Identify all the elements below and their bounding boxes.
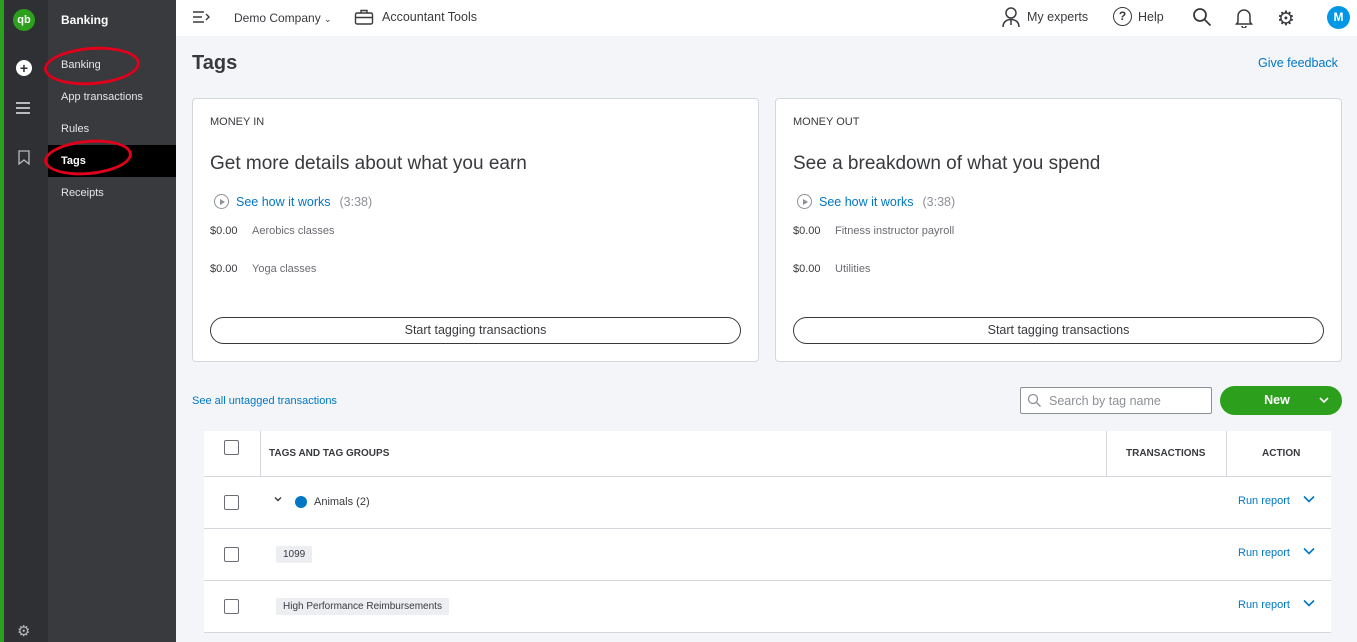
play-icon: [214, 194, 229, 209]
user-avatar[interactable]: M: [1327, 6, 1350, 29]
video-duration: (3:38): [922, 194, 956, 209]
tag-name-pill: High Performance Reimbursements: [276, 598, 449, 615]
column-header-action: ACTION: [1262, 448, 1301, 459]
column-header-transactions[interactable]: TRANSACTIONS: [1126, 431, 1205, 477]
card-heading: See a breakdown of what you spend: [793, 153, 1101, 174]
play-icon: [797, 194, 812, 209]
column-header-tags[interactable]: TAGS AND TAG GROUPS: [269, 431, 389, 477]
quickbooks-logo-icon[interactable]: qb: [13, 9, 35, 31]
create-new-button[interactable]: +: [16, 60, 32, 76]
tag-summary-row: $0.00 Fitness instructor payroll: [793, 225, 954, 237]
accountant-tools-link[interactable]: Accountant Tools: [382, 10, 477, 24]
company-name: Demo Company: [234, 11, 321, 25]
give-feedback-link[interactable]: Give feedback: [1258, 56, 1338, 70]
start-tagging-button[interactable]: Start tagging transactions: [793, 317, 1324, 344]
tag-amount: $0.00: [793, 225, 821, 237]
menu-icon[interactable]: [16, 102, 30, 117]
tag-amount: $0.00: [210, 225, 238, 237]
row-checkbox[interactable]: [224, 599, 239, 614]
banking-subnav: Banking Banking App transactions Rules T…: [48, 0, 176, 642]
tag-group-name: Animals (2): [314, 496, 370, 508]
table-row: Animals (2) Run report: [204, 477, 1331, 529]
video-link-label: See how it works: [236, 194, 331, 209]
tag-amount: $0.00: [793, 263, 821, 275]
start-tagging-button[interactable]: Start tagging transactions: [210, 317, 741, 344]
tags-table: TAGS AND TAG GROUPS TRANSACTIONS ACTION …: [192, 378, 1342, 642]
tag-summary-row: $0.00 Utilities: [793, 263, 870, 275]
see-how-it-works-link[interactable]: See how it works (3:38): [797, 194, 955, 209]
run-report-link[interactable]: Run report: [1238, 547, 1290, 559]
run-report-link[interactable]: Run report: [1238, 495, 1290, 507]
settings-gear-icon[interactable]: ⚙: [17, 622, 30, 640]
page-title: Tags: [192, 52, 238, 74]
video-duration: (3:38): [339, 194, 373, 209]
chevron-down-icon[interactable]: [1302, 597, 1316, 609]
help-link[interactable]: Help: [1138, 10, 1164, 24]
table-header: TAGS AND TAG GROUPS TRANSACTIONS ACTION: [204, 431, 1331, 477]
subnav-item-tags[interactable]: Tags: [48, 145, 176, 177]
company-switcher[interactable]: Demo Company ⌄: [234, 11, 332, 25]
money-out-card: MONEY OUT See a breakdown of what you sp…: [775, 98, 1342, 362]
select-all-checkbox[interactable]: [224, 440, 239, 455]
expert-person-icon[interactable]: [1001, 6, 1021, 28]
briefcase-icon[interactable]: [354, 8, 374, 26]
tag-name: Fitness instructor payroll: [835, 225, 955, 237]
card-label: MONEY OUT: [793, 116, 860, 128]
tag-name: Utilities: [835, 263, 871, 275]
left-rail: qb + ⚙: [0, 0, 48, 642]
money-in-card: MONEY IN Get more details about what you…: [192, 98, 759, 362]
chevron-down-icon[interactable]: [272, 493, 284, 505]
subnav-title: Banking: [61, 13, 109, 27]
chevron-down-icon[interactable]: [1302, 493, 1316, 505]
tag-amount: $0.00: [210, 263, 238, 275]
subnav-item-receipts[interactable]: Receipts: [48, 177, 176, 209]
chevron-down-icon: ⌄: [324, 14, 332, 24]
run-report-link[interactable]: Run report: [1238, 599, 1290, 611]
table-row: 1099 Run report: [204, 529, 1331, 581]
tag-summary-row: $0.00 Yoga classes: [210, 263, 316, 275]
settings-gear-icon[interactable]: ⚙: [1277, 6, 1295, 31]
tag-summary-row: $0.00 Aerobics classes: [210, 225, 335, 237]
row-checkbox[interactable]: [224, 495, 239, 510]
video-link-label: See how it works: [819, 194, 914, 209]
subnav-item-rules[interactable]: Rules: [48, 113, 176, 145]
tag-group-color-dot: [295, 496, 307, 508]
subnav-item-app-transactions[interactable]: App transactions: [48, 81, 176, 113]
chevron-down-icon[interactable]: [1302, 545, 1316, 557]
tag-name: Aerobics classes: [252, 225, 335, 237]
my-experts-link[interactable]: My experts: [1027, 10, 1088, 24]
help-icon[interactable]: ?: [1113, 7, 1132, 26]
see-how-it-works-link[interactable]: See how it works (3:38): [214, 194, 372, 209]
collapse-menu-icon[interactable]: [192, 10, 210, 24]
tag-name-pill: 1099: [276, 546, 313, 563]
tag-name: Yoga classes: [252, 263, 317, 275]
notification-bell-icon[interactable]: [1235, 7, 1253, 28]
table-row: High Performance Reimbursements Run repo…: [204, 581, 1331, 633]
card-label: MONEY IN: [210, 116, 265, 128]
subnav-item-banking[interactable]: Banking: [48, 49, 176, 81]
row-checkbox[interactable]: [224, 547, 239, 562]
card-heading: Get more details about what you earn: [210, 153, 527, 174]
search-icon[interactable]: [1192, 7, 1212, 27]
bookmark-icon[interactable]: [18, 150, 30, 165]
top-bar: Demo Company ⌄ Accountant Tools My exper…: [176, 0, 1357, 36]
